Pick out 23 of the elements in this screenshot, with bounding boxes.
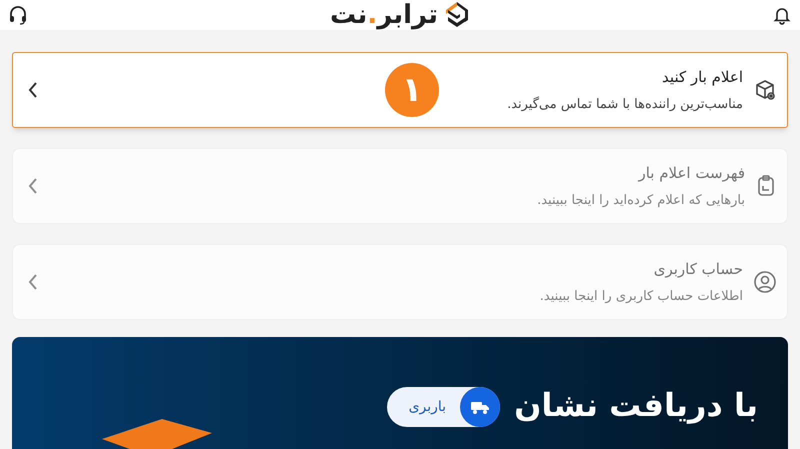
menu-card[interactable]: فهرست اعلام بار بارهایی که اعلام کرده‌اید را اینجا ببینید.: [12, 148, 788, 224]
card-title: فهرست اعلام بار: [636, 163, 745, 184]
chevron-left-icon: [27, 80, 39, 100]
box-icon: [753, 78, 777, 102]
step-badge: ۱: [385, 63, 439, 117]
menu-card[interactable]: حساب کاربری اطلاعات حساب کاربری را اینجا ببینید.: [12, 244, 788, 320]
card-title: اعلام بار کنید: [661, 67, 743, 88]
card-subtitle: بارهایی که اعلام کرده‌اید را اینجا ببینید.: [536, 192, 745, 210]
promo-banner[interactable]: باربری با دریافت نشان: [12, 337, 788, 449]
card-subtitle: مناسب‌ترین راننده‌ها با شما تماس می‌گیرند.: [506, 96, 743, 114]
clipboard-icon: [755, 174, 777, 198]
logo-icon: [444, 0, 470, 30]
card-subtitle: اطلاعات حساب کاربری را اینجا ببینید.: [538, 288, 743, 306]
card-title: حساب کاربری: [652, 259, 743, 280]
bell-icon[interactable]: [772, 5, 792, 25]
chevron-left-icon: [27, 272, 39, 292]
logo-text: ترابر. نت: [330, 2, 438, 28]
truck-icon: [460, 387, 500, 427]
headset-icon[interactable]: [8, 5, 28, 25]
pill-label: باربری: [408, 398, 446, 416]
menu-card[interactable]: اعلام بار کنید مناسب‌ترین راننده‌ها با شما تماس می‌گیرند. ۱: [12, 52, 788, 128]
chevron-left-icon: [27, 176, 39, 196]
user-icon: [753, 270, 777, 294]
